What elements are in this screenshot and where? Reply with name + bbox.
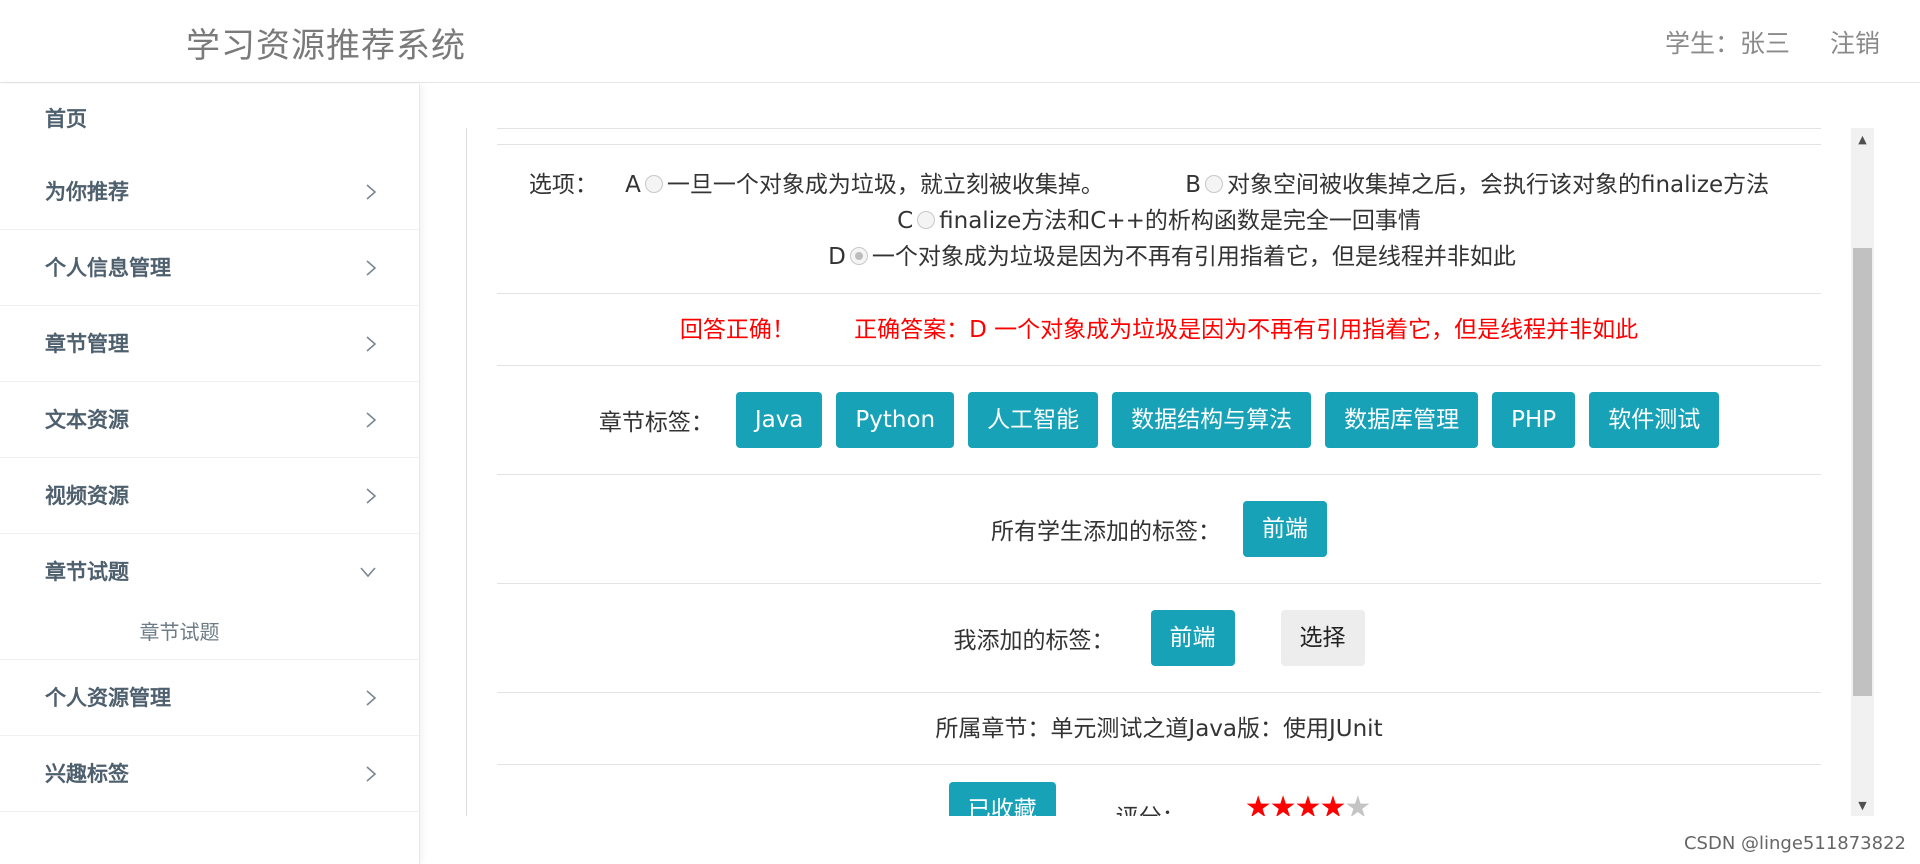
chapter-row: 所属章节：单元测试之道Java版：使用JUnit (497, 692, 1821, 764)
chevron-right-icon (365, 154, 377, 230)
user-role-label: 学生： (1664, 29, 1740, 58)
tag-button[interactable]: 人工智能 (968, 392, 1099, 448)
chevron-right-icon (365, 230, 377, 306)
chapter-tags-label: 章节标签： (598, 410, 714, 436)
correct-answer: 正确答案：D 一个对象成为垃圾是因为不再有引用指着它，但是线程并非如此 (854, 317, 1639, 343)
option-b[interactable]: B 对象空间被收集掉之后，会执行该对象的finalize方法 (1185, 167, 1769, 203)
star-filled-icon[interactable]: ★ (1319, 790, 1346, 816)
sidebar-item-label: 兴趣标签 (45, 762, 129, 786)
option-b-radio[interactable] (1204, 174, 1223, 193)
question-detail-panel: 选项： A 一旦一个对象成为垃圾，就立刻被收集掉。 B 对象空间被收集掉之后，会执行… (497, 128, 1821, 816)
rating-stars[interactable]: ★★★★★ (1245, 790, 1372, 816)
top-header: 学习资源推荐系统 学生： 张三 注销 (0, 0, 1920, 83)
select-tags-button[interactable]: 选择 (1280, 610, 1365, 666)
sidebar-item-personal-resources[interactable]: 个人资源管理 (0, 660, 419, 736)
tag-button[interactable]: Java (735, 392, 823, 448)
tag-button[interactable]: 前端 (1150, 610, 1235, 666)
option-d-radio[interactable] (849, 246, 868, 265)
app-title: 学习资源推荐系统 (186, 26, 466, 66)
scrollbar[interactable]: ▲ ▼ (1851, 128, 1874, 816)
sidebar-item-label: 章节管理 (45, 332, 129, 356)
answer-result-row: 回答正确！ 正确答案：D 一个对象成为垃圾是因为不再有引用指着它，但是线程并非如… (497, 293, 1821, 365)
answer-status: 回答正确！ (679, 317, 795, 343)
sidebar-subitem-chapter-questions[interactable]: 章节试题 (0, 610, 419, 660)
chevron-down-icon (359, 534, 377, 610)
user-area: 学生： 张三 注销 (1665, 24, 1880, 60)
sidebar-item-label: 章节试题 (45, 560, 129, 584)
chevron-right-icon (365, 306, 377, 382)
star-filled-icon[interactable]: ★ (1270, 790, 1297, 816)
option-text: 一个对象成为垃圾是因为不再有引用指着它，但是线程并非如此 (871, 244, 1516, 270)
chevron-right-icon (365, 660, 377, 736)
tag-button[interactable]: 数据库管理 (1325, 392, 1479, 448)
tag-button[interactable]: 数据结构与算法 (1112, 392, 1312, 448)
tag-button[interactable]: 软件测试 (1589, 392, 1720, 448)
watermark: CSDN @linge511873822 (1683, 833, 1906, 854)
sidebar-item-text-resources[interactable]: 文本资源 (0, 382, 419, 458)
favorite-rating-row: 已收藏 评分： ★★★★★ (497, 764, 1821, 816)
sidebar-item-label: 视频资源 (45, 484, 129, 508)
option-c-radio[interactable] (917, 210, 936, 229)
sidebar-item-interest-tags[interactable]: 兴趣标签 (0, 736, 419, 812)
all-students-tags-row: 所有学生添加的标签： 前端 (497, 474, 1821, 583)
star-empty-icon[interactable]: ★ (1344, 790, 1371, 816)
sidebar-item-label: 文本资源 (45, 408, 129, 432)
star-filled-icon[interactable]: ★ (1295, 790, 1322, 816)
sidebar-item-home[interactable]: 首页 (0, 84, 419, 154)
tag-button[interactable]: PHP (1492, 392, 1576, 448)
option-text: 对象空间被收集掉之后，会执行该对象的finalize方法 (1226, 172, 1770, 198)
scroll-down-arrow-icon[interactable]: ▼ (1851, 794, 1874, 816)
options-row: 选项： A 一旦一个对象成为垃圾，就立刻被收集掉。 B 对象空间被收集掉之后，会执行… (497, 144, 1821, 293)
chevron-right-icon (365, 458, 377, 534)
chevron-right-icon (365, 382, 377, 458)
option-a[interactable]: A 一旦一个对象成为垃圾，就立刻被收集掉。 (625, 167, 1104, 203)
scroll-thumb[interactable] (1853, 248, 1872, 696)
sidebar-item-video-resources[interactable]: 视频资源 (0, 458, 419, 534)
my-tags-row: 我添加的标签： 前端 选择 (497, 583, 1821, 692)
option-text: 一旦一个对象成为垃圾，就立刻被收集掉。 (666, 172, 1104, 198)
sidebar-item-recommend[interactable]: 为你推荐 (0, 154, 419, 230)
tag-button[interactable]: 前端 (1243, 501, 1327, 557)
user-name: 张三 (1739, 29, 1790, 58)
sidebar-item-label: 为你推荐 (45, 180, 129, 204)
scroll-up-arrow-icon[interactable]: ▲ (1851, 128, 1874, 150)
favorite-button[interactable]: 已收藏 (948, 782, 1056, 816)
chevron-right-icon (365, 736, 377, 812)
sidebar-item-profile[interactable]: 个人信息管理 (0, 230, 419, 306)
current-user: 学生： 张三 (1665, 24, 1790, 60)
options-label: 选项： (528, 172, 598, 198)
tag-button[interactable]: Python (836, 392, 955, 448)
option-d[interactable]: D 一个对象成为垃圾是因为不再有引用指着它，但是线程并非如此 (828, 239, 1516, 275)
star-filled-icon[interactable]: ★ (1245, 790, 1272, 816)
sidebar-item-chapter-questions[interactable]: 章节试题 (0, 534, 419, 610)
chapter-tags-row: 章节标签： Java Python 人工智能 数据结构与算法 数据库管理 PHP… (497, 365, 1821, 474)
option-a-radio[interactable] (644, 174, 663, 193)
option-c[interactable]: Cfinalize方法和C++的析构函数是完全一回事情 (897, 203, 1421, 239)
rating-label: 评分： (1116, 798, 1185, 816)
main-content: 选项： A 一旦一个对象成为垃圾，就立刻被收集掉。 B 对象空间被收集掉之后，会执行… (466, 128, 1859, 816)
my-tags-label: 我添加的标签： (953, 628, 1115, 654)
sidebar-item-chapters[interactable]: 章节管理 (0, 306, 419, 382)
sidebar: 首页 为你推荐 个人信息管理 章节管理 文本资源 视频资源 章节试题 章节试题 … (0, 84, 420, 864)
option-text: finalize方法和C++的析构函数是完全一回事情 (939, 208, 1421, 234)
option-key: B (1185, 172, 1201, 198)
option-key: D (828, 244, 846, 270)
all-students-tags-label: 所有学生添加的标签： (991, 519, 1221, 545)
option-key: A (625, 172, 641, 198)
sidebar-item-label: 个人资源管理 (45, 686, 171, 710)
logout-link[interactable]: 注销 (1830, 24, 1880, 60)
top-spacer (497, 128, 1821, 144)
sidebar-item-label: 个人信息管理 (45, 256, 171, 280)
option-key: C (897, 208, 914, 234)
